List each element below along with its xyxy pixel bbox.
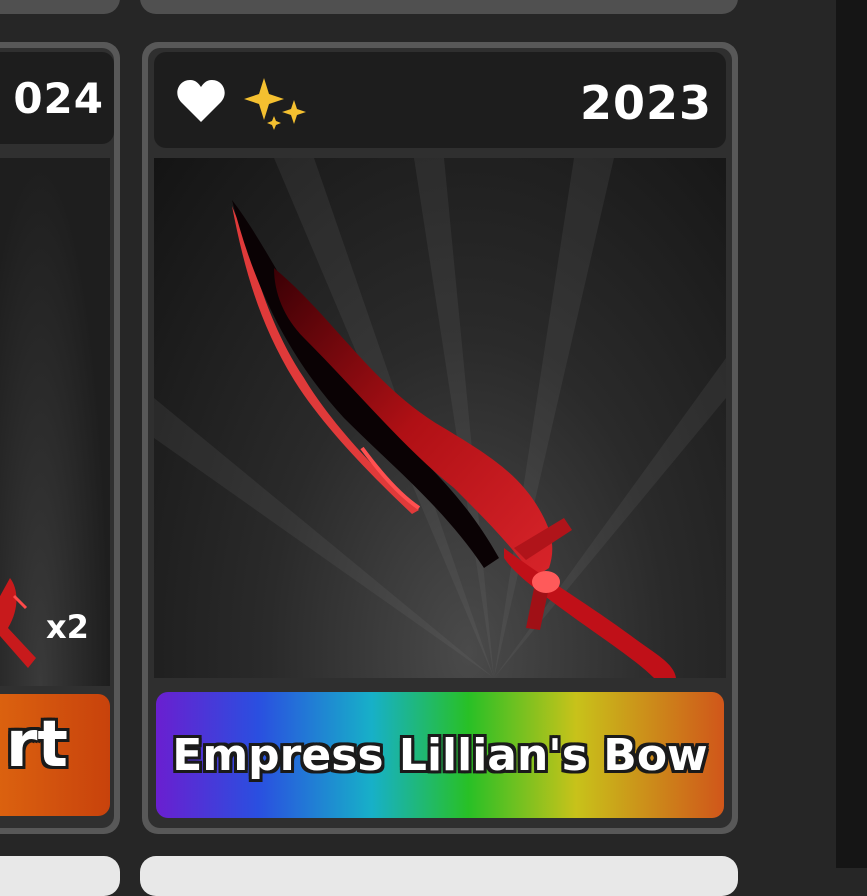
main-item-card[interactable]: 2023 Empress Lillian's Bow — [142, 42, 738, 834]
main-card-name-label: Empress Lillian's Bow — [156, 692, 724, 818]
left-item-card[interactable]: 024 x2 rt — [0, 42, 120, 834]
card-above-main — [140, 0, 738, 14]
left-card-name-label: rt — [0, 694, 110, 816]
left-card-name: rt — [5, 708, 68, 782]
main-card-year: 2023 — [579, 76, 712, 130]
main-card-header: 2023 — [154, 52, 726, 148]
card-below-left — [0, 856, 120, 896]
left-item-weapon-icon — [0, 578, 36, 668]
sparkle-icon — [242, 72, 312, 132]
left-card-year: 024 — [13, 74, 104, 123]
card-below-main — [140, 856, 738, 896]
card-above-left — [0, 0, 120, 14]
right-edge-panel — [836, 0, 867, 868]
left-card-viewport: x2 — [0, 158, 110, 686]
left-card-header: 024 — [0, 52, 114, 144]
main-card-viewport — [154, 158, 726, 678]
main-card-item-name: Empress Lillian's Bow — [172, 730, 708, 781]
heart-icon[interactable] — [176, 78, 226, 124]
left-card-quantity: x2 — [46, 608, 89, 646]
